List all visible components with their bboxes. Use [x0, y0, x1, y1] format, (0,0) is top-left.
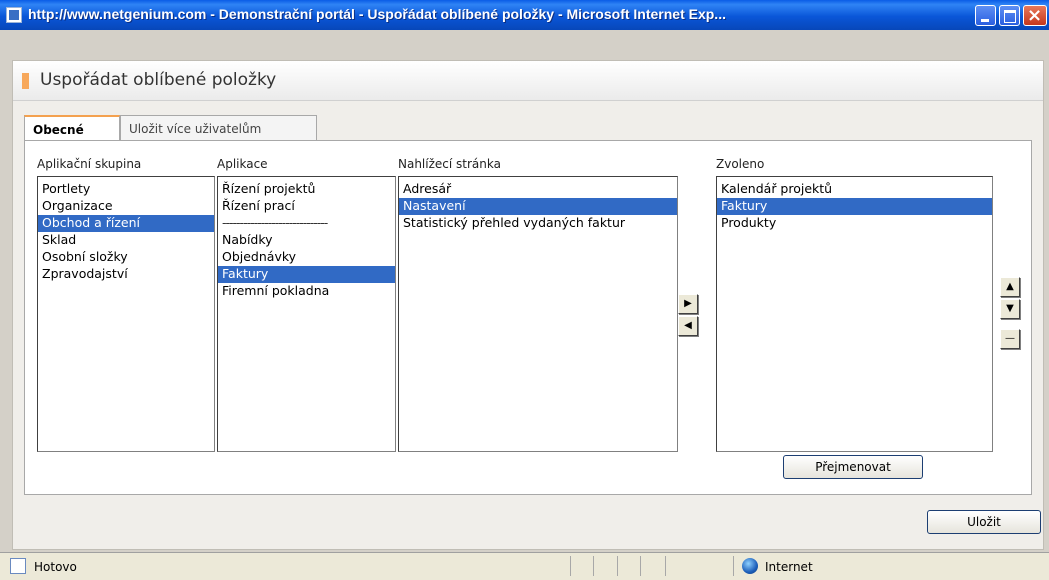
arrow-up-icon: ▲	[1006, 281, 1014, 292]
remove-button[interactable]: ◀	[678, 316, 698, 336]
list-separator: ------------------------------	[222, 215, 328, 230]
group-list-label: Aplikační skupina	[37, 157, 142, 171]
group-listbox[interactable]: Portlety Organizace Obchod a řízení Skla…	[37, 176, 215, 452]
chosen-list-label: Zvoleno	[716, 157, 765, 171]
status-divider	[570, 556, 571, 576]
list-item[interactable]: Produkty	[717, 215, 992, 232]
status-divider	[640, 556, 641, 576]
status-text: Hotovo	[34, 560, 77, 574]
window-title: http://www.netgenium.com - Demonstrační …	[28, 6, 726, 22]
list-item[interactable]: Zpravodajství	[38, 266, 214, 283]
list-item[interactable]: Firemní pokladna	[218, 283, 395, 300]
status-divider	[617, 556, 618, 576]
chosen-listbox[interactable]: Kalendář projektů Faktury Produkty	[716, 176, 993, 452]
delete-item-button[interactable]: —	[1000, 329, 1020, 349]
status-divider	[733, 556, 734, 576]
list-item[interactable]: Osobní složky	[38, 249, 214, 266]
list-item[interactable]: Objednávky	[218, 249, 395, 266]
app-list-label: Aplikace	[217, 157, 268, 171]
list-item[interactable]: Adresář	[399, 181, 677, 198]
list-item[interactable]: Řízení projektů	[218, 181, 395, 198]
list-item[interactable]: Portlety	[38, 181, 214, 198]
close-icon: ×	[1027, 5, 1043, 26]
list-item[interactable]: Organizace	[38, 198, 214, 215]
move-up-button[interactable]: ▲	[1000, 277, 1020, 297]
list-item-selected[interactable]: Obchod a řízení	[38, 215, 214, 232]
globe-icon	[742, 558, 758, 574]
tab-save-for-more-users[interactable]: Uložit více uživatelům	[120, 115, 317, 140]
move-down-button[interactable]: ▼	[1000, 299, 1020, 319]
rename-button[interactable]: Přejmenovat	[783, 455, 923, 479]
list-item-selected[interactable]: Nastavení	[399, 198, 677, 215]
ie-page-icon	[10, 558, 26, 574]
security-zone-text: Internet	[765, 560, 813, 574]
list-item[interactable]: Nabídky	[218, 232, 395, 249]
status-divider	[593, 556, 594, 576]
list-item[interactable]: Řízení prací	[218, 198, 395, 215]
status-divider	[665, 556, 666, 576]
tab-general[interactable]: Obecné	[24, 115, 120, 140]
status-bar	[0, 552, 1049, 580]
list-item[interactable]: Sklad	[38, 232, 214, 249]
arrow-down-icon: ▼	[1006, 303, 1014, 314]
view-list-label: Nahlížecí stránka	[398, 157, 501, 171]
list-item[interactable]: Statistický přehled vydaných faktur	[399, 215, 677, 232]
close-button[interactable]: ×	[1023, 5, 1047, 26]
header-accent-mark	[22, 73, 29, 89]
arrow-left-icon: ◀	[684, 320, 692, 331]
minimize-button[interactable]	[975, 5, 996, 26]
page-title: Uspořádat oblíbené položky	[40, 70, 277, 90]
app-listbox[interactable]: Řízení projektů Řízení prací -----------…	[217, 176, 396, 452]
ie-page-icon	[6, 7, 22, 23]
list-item[interactable]: Kalendář projektů	[717, 181, 992, 198]
minus-icon: —	[1005, 333, 1015, 344]
maximize-button[interactable]	[999, 5, 1020, 26]
save-button[interactable]: Uložit	[927, 510, 1041, 534]
view-listbox[interactable]: Adresář Nastavení Statistický přehled vy…	[398, 176, 678, 452]
list-item-selected[interactable]: Faktury	[717, 198, 992, 215]
list-item-selected[interactable]: Faktury	[218, 266, 395, 283]
arrow-right-icon: ▶	[684, 298, 692, 309]
add-button[interactable]: ▶	[678, 294, 698, 314]
